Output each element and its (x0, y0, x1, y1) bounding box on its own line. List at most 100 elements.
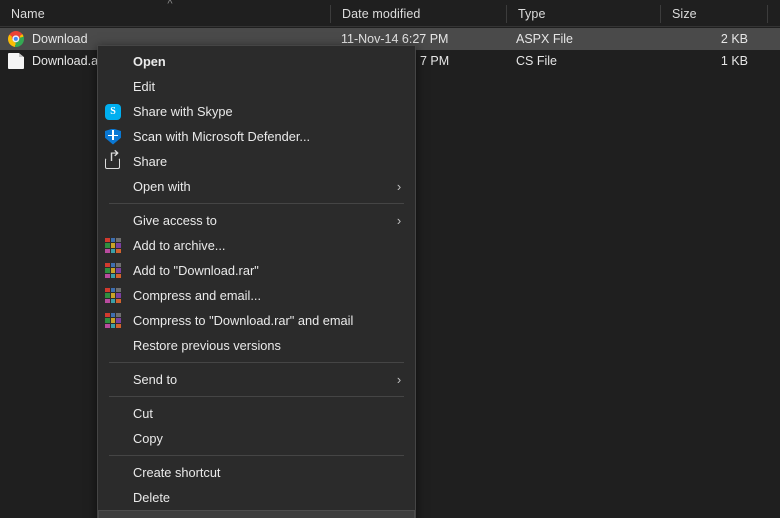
column-header-type-label: Type (507, 7, 546, 21)
winrar-icon-cell (105, 293, 110, 298)
winrar-icon-cell (111, 288, 116, 293)
winrar-icon-cell (105, 263, 110, 268)
chevron-right-icon: › (393, 373, 405, 386)
column-header-date-modified[interactable]: Date modified (331, 0, 506, 27)
winrar-icon-cell (111, 313, 116, 318)
menu-item-rename[interactable]: Rename (98, 510, 415, 518)
winrar-icon-cell (111, 293, 116, 298)
menu-item-copy[interactable]: Copy (98, 426, 415, 451)
menu-item-label: Give access to (133, 213, 393, 228)
winrar-icon-cell (111, 299, 116, 304)
menu-item-send-to[interactable]: Send to› (98, 367, 415, 392)
winrar-icon (105, 238, 121, 254)
chevron-right-icon: › (393, 214, 405, 227)
winrar-icon-cell (111, 238, 116, 243)
column-header-size-label: Size (661, 7, 697, 21)
menu-separator (109, 362, 404, 363)
winrar-icon-cell (116, 243, 121, 248)
file-type-cell: CS File (516, 50, 557, 72)
menu-item-label: Delete (133, 490, 405, 505)
menu-item-label: Compress and email... (133, 288, 405, 303)
file-name-label: Download.as (32, 54, 104, 68)
file-size-cell: 1 KB (660, 50, 760, 72)
menu-item-add-to-archive[interactable]: Add to archive... (98, 233, 415, 258)
winrar-icon-cell (111, 318, 116, 323)
menu-item-restore-previous-versions[interactable]: Restore previous versions (98, 333, 415, 358)
menu-item-icon-placeholder (105, 213, 121, 229)
menu-item-compress-to-downloadrar-and-email[interactable]: Compress to "Download.rar" and email (98, 308, 415, 333)
winrar-icon (105, 313, 121, 329)
winrar-icon-cell (105, 274, 110, 279)
file-size-cell: 2 KB (660, 28, 760, 50)
menu-item-label: Create shortcut (133, 465, 405, 480)
defender-shield-icon (105, 129, 121, 145)
menu-item-label: Copy (133, 431, 405, 446)
winrar-icon-cell (105, 299, 110, 304)
winrar-icon-cell (116, 299, 121, 304)
menu-item-label: Send to (133, 372, 393, 387)
chevron-right-icon: › (393, 180, 405, 193)
winrar-icon-cell (116, 268, 121, 273)
winrar-icon-cell (116, 274, 121, 279)
share-icon (105, 154, 121, 170)
winrar-icon-cell (105, 288, 110, 293)
column-header-type[interactable]: Type (507, 0, 660, 27)
menu-item-icon-placeholder (105, 465, 121, 481)
menu-item-share[interactable]: Share (98, 149, 415, 174)
menu-item-label: Cut (133, 406, 405, 421)
menu-item-label: Open with (133, 179, 393, 194)
winrar-icon-cell (116, 249, 121, 254)
column-header-name[interactable]: Name ^ (0, 0, 330, 27)
context-menu: OpenEdit S Share with Skype Scan with Micro… (97, 45, 416, 518)
menu-item-icon-placeholder (105, 338, 121, 354)
menu-item-icon-placeholder (105, 431, 121, 447)
menu-item-cut[interactable]: Cut (98, 401, 415, 426)
chrome-icon (8, 31, 24, 47)
document-icon (8, 53, 24, 69)
menu-item-icon-placeholder (105, 490, 121, 506)
file-type-cell: ASPX File (516, 28, 573, 50)
menu-item-add-to-downloadrar[interactable]: Add to "Download.rar" (98, 258, 415, 283)
column-header-date-modified-label: Date modified (331, 7, 420, 21)
menu-separator (109, 203, 404, 204)
sort-ascending-chevron-icon: ^ (163, 0, 177, 8)
winrar-icon-cell (105, 313, 110, 318)
winrar-icon-cell (105, 249, 110, 254)
menu-item-label: Share with Skype (133, 104, 405, 119)
menu-item-share-with-skype[interactable]: S Share with Skype (98, 99, 415, 124)
winrar-icon-cell (116, 324, 121, 329)
menu-separator (109, 455, 404, 456)
menu-item-scan-with-microsoft-defender[interactable]: Scan with Microsoft Defender... (98, 124, 415, 149)
column-divider-4[interactable] (767, 5, 768, 23)
menu-item-label: Scan with Microsoft Defender... (133, 129, 405, 144)
menu-item-label: Share (133, 154, 405, 169)
menu-item-edit[interactable]: Edit (98, 74, 415, 99)
menu-item-open-with[interactable]: Open with› (98, 174, 415, 199)
winrar-icon-cell (111, 249, 116, 254)
menu-item-open[interactable]: Open (98, 49, 415, 74)
winrar-icon-cell (116, 238, 121, 243)
winrar-icon-cell (105, 318, 110, 323)
menu-item-label: Add to "Download.rar" (133, 263, 405, 278)
menu-item-compress-and-email[interactable]: Compress and email... (98, 283, 415, 308)
winrar-icon-cell (105, 324, 110, 329)
winrar-icon-cell (116, 263, 121, 268)
menu-item-create-shortcut[interactable]: Create shortcut (98, 460, 415, 485)
file-name-cell: Download (0, 28, 88, 50)
winrar-icon-cell (105, 238, 110, 243)
menu-item-icon-placeholder (105, 79, 121, 95)
winrar-icon (105, 263, 121, 279)
menu-item-delete[interactable]: Delete (98, 485, 415, 510)
menu-item-label: Compress to "Download.rar" and email (133, 313, 405, 328)
menu-item-icon-placeholder (105, 179, 121, 195)
menu-item-label: Restore previous versions (133, 338, 405, 353)
skype-icon: S (105, 104, 121, 120)
column-header-size[interactable]: Size (661, 0, 767, 27)
menu-item-give-access-to[interactable]: Give access to› (98, 208, 415, 233)
menu-item-icon-placeholder (105, 372, 121, 388)
menu-item-label: Add to archive... (133, 238, 405, 253)
winrar-icon-cell (111, 268, 116, 273)
file-date-cell: 7 PM (420, 50, 449, 72)
winrar-icon-cell (111, 324, 116, 329)
winrar-icon-cell (111, 274, 116, 279)
